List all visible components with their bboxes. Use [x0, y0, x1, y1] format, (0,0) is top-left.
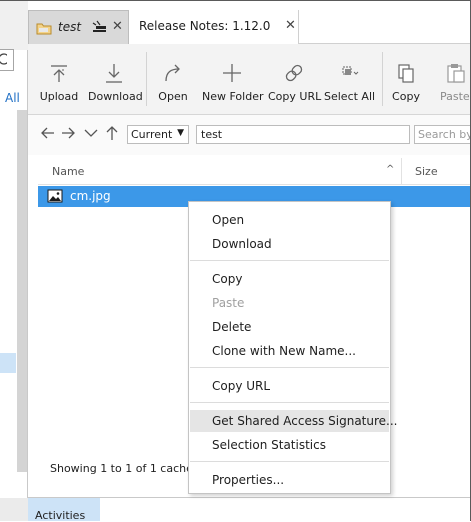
copy-url-button[interactable]: Copy URL: [268, 44, 321, 114]
list-header: [38, 158, 471, 185]
connection-icon: [91, 19, 107, 36]
menu-item-delete[interactable]: Delete: [190, 316, 389, 338]
plus-icon: [223, 64, 241, 82]
left-pane-header: [0, 0, 28, 50]
menu-item-properties[interactable]: Properties...: [190, 469, 389, 491]
toolbar: Upload Download Open New Folder Copy URL…: [28, 44, 471, 115]
select-all-button[interactable]: Select All: [324, 44, 375, 114]
menu-separator: [190, 367, 389, 368]
menu-separator: [190, 260, 389, 261]
image-file-icon: [47, 189, 63, 206]
paste-button[interactable]: Paste: [434, 44, 471, 114]
menu-separator: [190, 402, 389, 403]
menu-item-copy[interactable]: Copy: [190, 268, 389, 290]
open-button[interactable]: Open: [152, 44, 194, 114]
status-text: Showing 1 to 1 of 1 cached: [50, 462, 200, 475]
toolbar-separator: [382, 52, 383, 106]
tab-test[interactable]: test ✕: [28, 10, 129, 44]
menu-item-paste[interactable]: Paste: [190, 292, 389, 314]
menu-item-clone[interactable]: Clone with New Name...: [190, 340, 389, 362]
search-icon: [0, 53, 7, 65]
upload-icon: [51, 65, 67, 82]
close-icon[interactable]: ✕: [285, 18, 296, 33]
up-arrow-icon[interactable]: [104, 125, 120, 141]
column-header-name[interactable]: Name: [52, 165, 84, 178]
copy-icon: [398, 64, 414, 83]
file-name: cm.jpg: [70, 189, 111, 203]
activities-tab[interactable]: Activities: [28, 498, 100, 522]
link-all[interactable]: All: [5, 91, 20, 105]
upload-button[interactable]: Upload: [36, 44, 82, 114]
close-icon[interactable]: ✕: [112, 19, 123, 34]
column-divider[interactable]: [401, 158, 402, 185]
download-icon: [106, 64, 122, 83]
path-input[interactable]: test: [196, 125, 410, 144]
select-all-icon: [342, 66, 359, 75]
menu-item-open[interactable]: Open: [190, 209, 389, 231]
menu-item-download[interactable]: Download: [190, 233, 389, 255]
column-header-size[interactable]: Size: [415, 165, 438, 178]
left-scrollbar[interactable]: [17, 110, 27, 472]
dropdown-caret-icon: ▼: [177, 128, 184, 138]
forward-arrow-icon[interactable]: [60, 125, 76, 141]
copy-button[interactable]: Copy: [388, 44, 424, 114]
menu-separator: [190, 461, 389, 462]
paste-icon: [447, 64, 465, 83]
path-mode-select[interactable]: Current ▼: [127, 125, 189, 144]
menu-item-copy-url[interactable]: Copy URL: [190, 375, 389, 397]
path-mode-value: Current: [131, 128, 173, 141]
tab-label: test: [58, 20, 82, 34]
download-button[interactable]: Download: [88, 44, 143, 114]
window-frame-top: [0, 0, 471, 1]
tab-release-notes[interactable]: Release Notes: 1.12.0 ✕: [129, 10, 299, 44]
chevron-down-icon[interactable]: [83, 125, 99, 141]
folder-icon: [36, 21, 52, 38]
left-search-button[interactable]: [0, 49, 14, 71]
link-icon: [285, 64, 303, 82]
toolbar-separator: [146, 52, 147, 106]
sort-ascending-icon: ^: [386, 164, 395, 175]
menu-item-get-sas[interactable]: Get Shared Access Signature...: [190, 410, 398, 432]
tab-label: Release Notes: 1.12.0: [139, 19, 271, 33]
menu-item-selection-statistics[interactable]: Selection Statistics: [190, 434, 389, 456]
new-folder-button[interactable]: New Folder: [202, 44, 263, 114]
context-menu: Open Download Copy Paste Delete Clone wi…: [188, 201, 398, 494]
open-icon: [165, 64, 180, 82]
activities-label: Activities: [35, 509, 86, 522]
search-input[interactable]: Search by: [414, 125, 471, 144]
left-bottom-bar: [0, 498, 28, 521]
back-arrow-icon[interactable]: [40, 125, 56, 141]
left-selected-item[interactable]: [0, 353, 16, 373]
